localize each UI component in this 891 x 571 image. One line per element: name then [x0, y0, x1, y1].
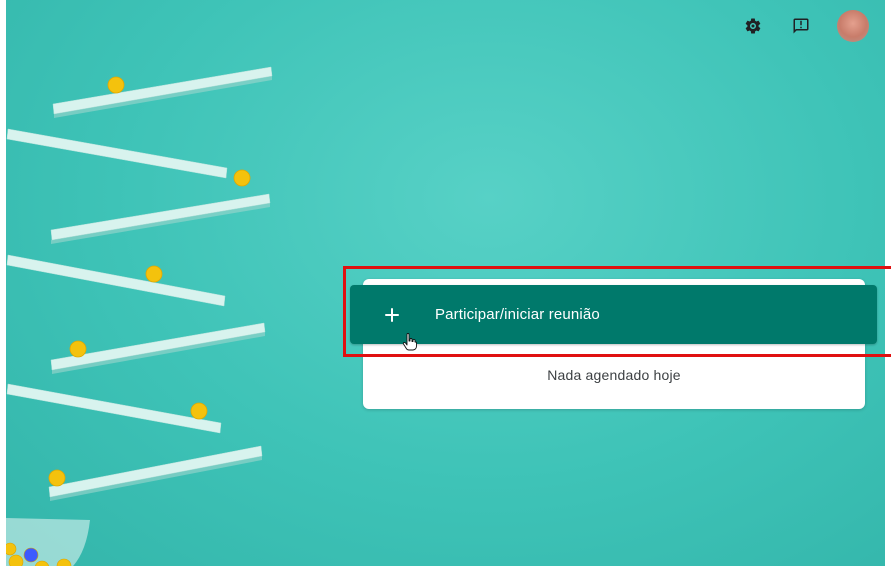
hand-pointer-cursor-icon	[402, 333, 417, 351]
join-start-meeting-button[interactable]: Participar/iniciar reunião	[350, 285, 877, 344]
join-start-meeting-label: Participar/iniciar reunião	[435, 306, 600, 323]
no-meetings-text: Nada agendado hoje	[547, 367, 681, 383]
account-avatar[interactable]	[837, 10, 869, 42]
feedback-icon[interactable]	[789, 14, 813, 38]
marble-run-illustration	[6, 66, 273, 566]
plus-icon	[381, 304, 403, 326]
settings-icon[interactable]	[741, 14, 765, 38]
